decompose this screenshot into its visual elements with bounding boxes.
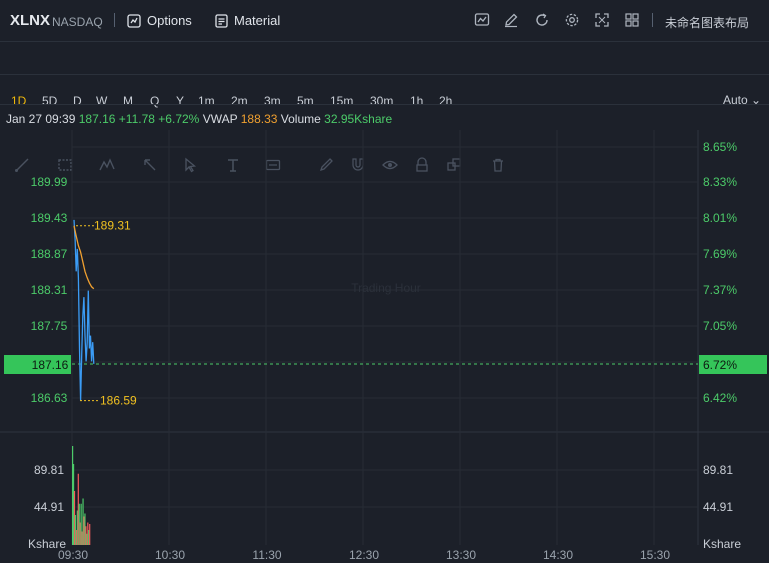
current-price-label: 187.16: [32, 358, 69, 372]
y-right-tick-label: 6.42%: [703, 391, 737, 405]
y-right-tick-label: 7.69%: [703, 247, 737, 261]
x-tick-label: 11:30: [252, 548, 281, 562]
volume-tick-right: 89.81: [703, 463, 733, 477]
y-right-tick-label: 8.01%: [703, 211, 737, 225]
x-tick-label: 10:30: [155, 548, 185, 562]
y-left-tick-label: 188.87: [31, 247, 68, 261]
price-chart[interactable]: Trading Hour 189.99 189.43 188.87 188.31 187.…: [0, 0, 769, 563]
y-right-tick-label: 8.33%: [703, 175, 737, 189]
y-right-tick-label: 8.65%: [703, 140, 737, 154]
volume-tick-left: 44.91: [34, 500, 64, 514]
series-line-price: [73, 219, 95, 401]
current-pct-label: 6.72%: [703, 358, 737, 372]
y-left-tick-label: 187.75: [31, 319, 68, 333]
y-right-tick-label: 7.05%: [703, 319, 737, 333]
volume-bar: [89, 524, 91, 545]
x-tick-label: 09:30: [58, 548, 88, 562]
volume-unit-right: Kshare: [703, 537, 741, 551]
watermark-text: Trading Hour: [351, 281, 421, 295]
y-left-tick-label: 189.99: [31, 175, 68, 189]
x-tick-label: 15:30: [640, 548, 670, 562]
x-tick-label: 13:30: [446, 548, 476, 562]
volume-tick-left: 89.81: [34, 463, 64, 477]
y-left-tick-label: 189.43: [31, 211, 68, 225]
volume-tick-right: 44.91: [703, 500, 733, 514]
y-left-tick-label: 186.63: [31, 391, 68, 405]
y-right-tick-label: 7.37%: [703, 283, 737, 297]
x-tick-label: 14:30: [543, 548, 573, 562]
low-annotation-label: 186.59: [100, 394, 137, 408]
x-tick-label: 12:30: [349, 548, 379, 562]
y-left-tick-label: 188.31: [31, 283, 68, 297]
high-annotation-label: 189.31: [94, 219, 131, 233]
